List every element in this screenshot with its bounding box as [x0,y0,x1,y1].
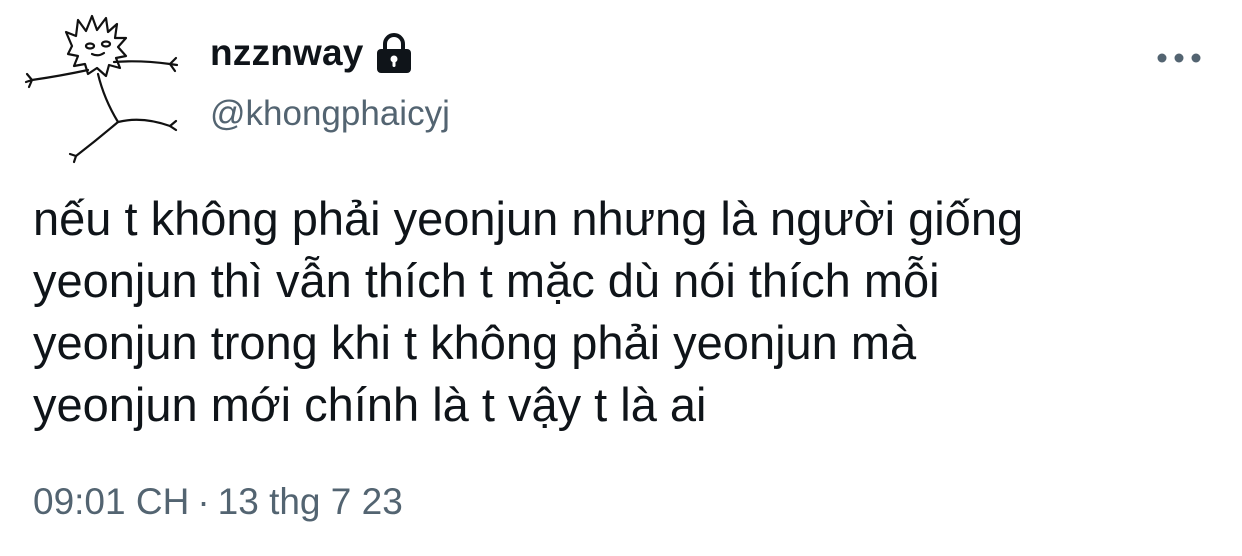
meta-separator: · [197,481,210,522]
user-handle[interactable]: @khongphaicyj [210,94,450,134]
tweet-metadata: 09:01 CH · 13 thg 7 23 [33,481,403,523]
display-name[interactable]: nzznway [210,32,364,74]
tweet-card: nzznway @khongphaicyj nếu t không phải y… [0,0,1242,556]
tweet-time[interactable]: 09:01 CH [33,481,189,523]
tweet-text: nếu t không phải yeonjun nhưng là người … [33,192,1024,431]
stick-figure-avatar-icon [24,14,179,164]
tweet-date[interactable]: 13 thg 7 23 [218,481,403,523]
avatar[interactable] [20,4,190,164]
lock-icon [376,33,411,73]
more-horizontal-icon[interactable] [1156,48,1202,68]
user-name-row[interactable]: nzznway [210,28,414,78]
